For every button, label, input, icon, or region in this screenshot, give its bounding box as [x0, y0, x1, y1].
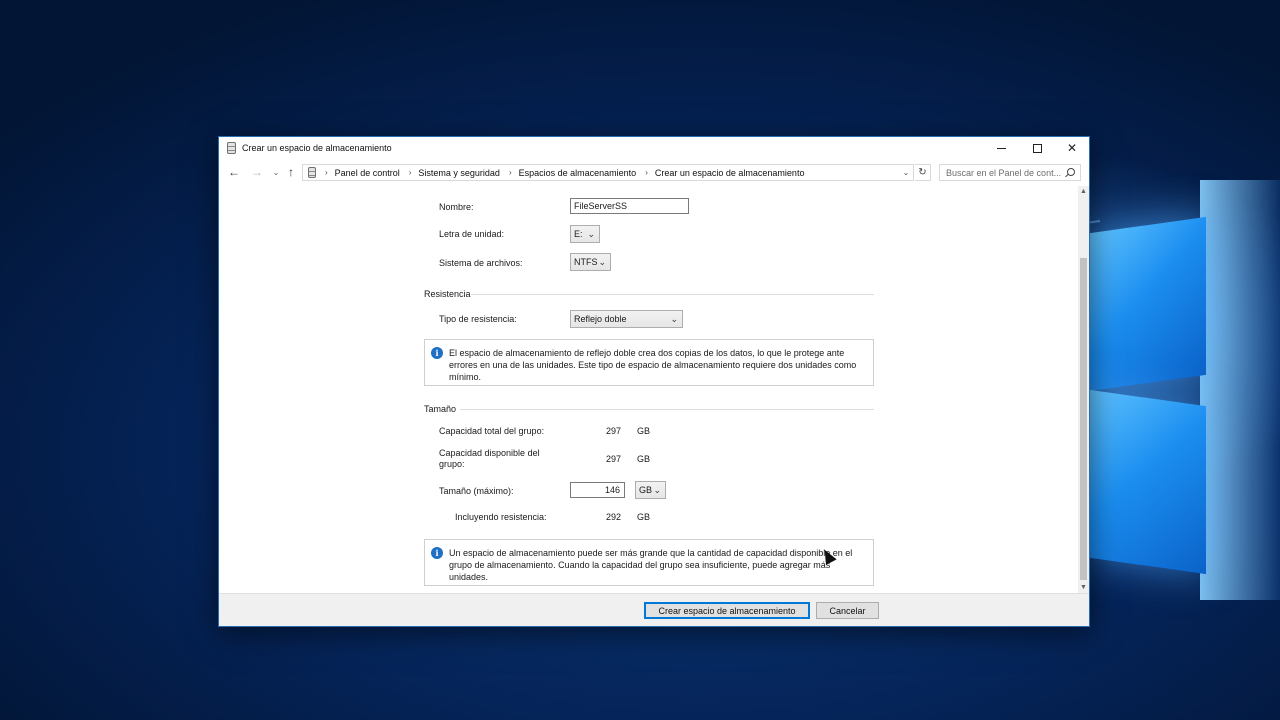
resiliency-heading: Resistencia [424, 289, 471, 299]
section-divider [471, 294, 874, 295]
total-capacity-value: 297 [605, 426, 621, 436]
create-storage-space-window: Crear un espacio de almacenamiento ✕ ← →… [218, 136, 1090, 627]
close-button[interactable]: ✕ [1055, 137, 1089, 159]
available-capacity-value: 297 [605, 454, 621, 464]
back-button[interactable]: ← [226, 164, 242, 180]
up-button[interactable]: ↑ [283, 164, 299, 180]
close-icon: ✕ [1066, 141, 1078, 155]
available-capacity-label: Capacidad disponible del grupo: [439, 448, 540, 469]
recent-locations-button[interactable]: ⌄ [268, 164, 284, 180]
address-dropdown-button[interactable]: ⌄ [899, 165, 913, 180]
name-field[interactable]: FileServerSS [570, 198, 689, 214]
windows-logo-pane-top [1090, 216, 1206, 392]
chevron-down-icon: ⌄ [653, 485, 661, 495]
available-capacity-unit: GB [637, 454, 651, 464]
minimize-icon [996, 147, 1006, 149]
max-size-field[interactable]: 146 [570, 482, 625, 498]
cancel-button[interactable]: Cancelar [816, 602, 879, 619]
forward-button[interactable]: → [249, 164, 265, 180]
size-info-text: Un espacio de almacenamiento puede ser m… [449, 548, 853, 582]
breadcrumb-create-storage-space[interactable]: Crear un espacio de almacenamiento [655, 168, 805, 178]
size-info-box: i Un espacio de almacenamiento puede ser… [424, 539, 874, 586]
resiliency-type-value: Reflejo doble [574, 314, 627, 324]
resiliency-type-label: Tipo de resistencia: [439, 314, 517, 324]
scroll-up-icon[interactable]: ▲ [1078, 186, 1089, 197]
resiliency-type-select[interactable]: Reflejo doble ⌄ [570, 310, 683, 328]
storage-spaces-icon [227, 142, 236, 154]
size-heading: Tamaño [424, 404, 457, 414]
drive-letter-value: E: [574, 229, 583, 239]
max-size-label: Tamaño (máximo): [439, 486, 514, 496]
create-storage-space-button[interactable]: Crear espacio de almacenamiento [644, 602, 810, 619]
including-resiliency-label: Incluyendo resistencia: [455, 512, 547, 522]
breadcrumb-system-security[interactable]: Sistema y seguridad [418, 168, 500, 178]
max-size-value: 146 [604, 485, 620, 495]
address-bar[interactable]: › Panel de control › Sistema y seguridad… [302, 164, 914, 181]
resiliency-info-text: El espacio de almacenamiento de reflejo … [449, 348, 857, 382]
drive-letter-label: Letra de unidad: [439, 229, 505, 239]
including-resiliency-value: 292 [605, 512, 621, 522]
chevron-down-icon: ⌄ [670, 314, 678, 324]
title-bar[interactable]: Crear un espacio de almacenamiento ✕ [219, 137, 1089, 159]
size-unit-select[interactable]: GB ⌄ [635, 481, 666, 499]
breadcrumb-storage-spaces[interactable]: Espacios de almacenamiento [519, 168, 637, 178]
search-icon [1067, 168, 1075, 176]
section-divider [460, 409, 874, 410]
file-system-value: NTFS [574, 257, 598, 267]
breadcrumb-separator[interactable]: › [409, 168, 412, 177]
storage-spaces-icon [308, 167, 316, 178]
content-area[interactable]: Nombre: FileServerSS Letra de unidad: E:… [219, 186, 1079, 593]
search-input[interactable]: Buscar en el Panel de cont... [939, 164, 1081, 181]
including-resiliency-unit: GB [637, 512, 651, 522]
minimize-button[interactable] [984, 137, 1018, 159]
windows-logo-glow [1200, 180, 1280, 600]
file-system-select[interactable]: NTFS ⌄ [570, 253, 611, 271]
maximize-icon [1032, 143, 1042, 153]
total-capacity-unit: GB [637, 426, 651, 436]
arrow-left-icon: ← [228, 165, 240, 179]
drive-letter-select[interactable]: E: ⌄ [570, 225, 600, 243]
chevron-down-icon: ⌄ [598, 257, 606, 267]
breadcrumb-separator: › [325, 168, 328, 177]
name-label: Nombre: [439, 202, 474, 212]
arrow-up-icon: ↑ [288, 165, 294, 179]
resiliency-info-box: i El espacio de almacenamiento de reflej… [424, 339, 874, 386]
breadcrumb-separator[interactable]: › [509, 168, 512, 177]
footer-bar: Crear espacio de almacenamiento Cancelar [219, 593, 1089, 626]
maximize-button[interactable] [1020, 137, 1054, 159]
refresh-icon: ↻ [918, 167, 927, 178]
size-unit-value: GB [639, 485, 653, 495]
file-system-label: Sistema de archivos: [439, 258, 523, 268]
scroll-down-icon[interactable]: ▼ [1078, 582, 1089, 593]
windows-logo-pane-bottom [1090, 389, 1206, 575]
search-placeholder: Buscar en el Panel de cont... [946, 167, 1062, 178]
navigation-row: ← → ⌄ ↑ › Panel de control › Sistema y s… [219, 162, 1089, 184]
refresh-button[interactable]: ↻ [915, 164, 931, 181]
chevron-down-icon: ⌄ [902, 168, 910, 177]
info-icon: i [431, 347, 443, 359]
arrow-right-icon: → [251, 165, 263, 179]
name-field-value: FileServerSS [574, 201, 628, 211]
breadcrumb-separator[interactable]: › [645, 168, 648, 177]
breadcrumb-control-panel[interactable]: Panel de control [335, 168, 400, 178]
vertical-scrollbar[interactable]: ▲ ▼ [1078, 186, 1089, 593]
info-icon: i [431, 547, 443, 559]
chevron-down-icon: ⌄ [272, 167, 280, 177]
total-capacity-label: Capacidad total del grupo: [439, 426, 545, 436]
scroll-thumb[interactable] [1080, 258, 1087, 580]
window-title: Crear un espacio de almacenamiento [242, 143, 392, 153]
chevron-down-icon: ⌄ [587, 229, 595, 239]
